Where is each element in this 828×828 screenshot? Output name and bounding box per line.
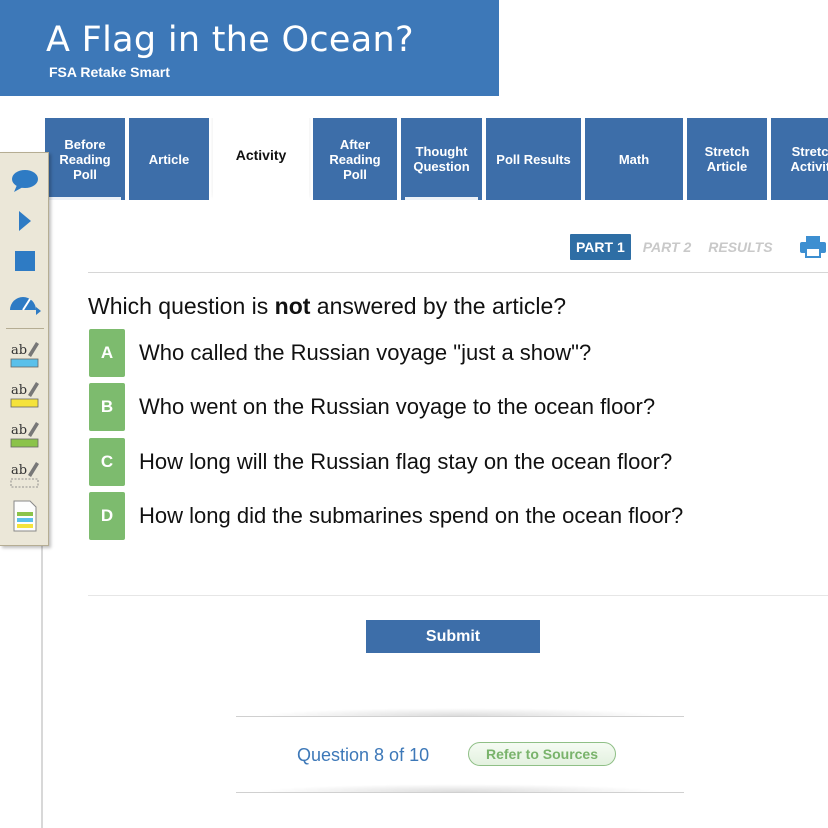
lesson-header: A Flag in the Ocean? FSA Retake Smart bbox=[0, 0, 499, 96]
svg-text:ab: ab bbox=[11, 383, 27, 398]
tab-activity[interactable]: Activity bbox=[213, 118, 309, 200]
question-prompt: Which question is not answered by the ar… bbox=[88, 293, 567, 319]
tab-label: After Reading Poll bbox=[329, 136, 381, 182]
option-letter[interactable]: D bbox=[89, 492, 125, 540]
question-emphasis: not bbox=[274, 293, 311, 319]
tab-label: Stretch Article bbox=[704, 144, 750, 174]
highlight-blue-icon[interactable]: ab bbox=[8, 339, 42, 369]
lesson-tabs: Before Reading Poll Article Activity Aft… bbox=[45, 118, 828, 200]
highlight-green-icon[interactable]: ab bbox=[8, 419, 42, 449]
option-text: How long did the submarines spend on the… bbox=[139, 503, 684, 528]
tab-article[interactable]: Article bbox=[129, 118, 209, 200]
answer-option-a[interactable]: A Who called the Russian voyage "just a … bbox=[88, 329, 788, 377]
refer-to-sources-button[interactable]: Refer to Sources bbox=[468, 742, 616, 766]
option-letter[interactable]: B bbox=[89, 383, 125, 431]
highlight-yellow-icon[interactable]: ab bbox=[8, 379, 42, 409]
tab-label: Before Reading Poll bbox=[59, 136, 111, 182]
answer-option-b[interactable]: B Who went on the Russian voyage to the … bbox=[88, 383, 788, 431]
speech-bubble-icon[interactable] bbox=[8, 165, 42, 195]
tools-toolbar: ab ab ab ab bbox=[0, 152, 49, 546]
svg-text:ab: ab bbox=[11, 343, 27, 358]
lesson-subtitle: FSA Retake Smart bbox=[49, 64, 170, 80]
tab-label: Math bbox=[618, 151, 650, 167]
highlight-clear-icon[interactable]: ab bbox=[8, 459, 42, 489]
part-1-tab[interactable]: PART 1 bbox=[570, 234, 631, 260]
answer-option-d[interactable]: D How long did the submarines spend on t… bbox=[88, 492, 788, 540]
tab-poll-results[interactable]: Poll Results bbox=[486, 118, 581, 200]
option-text: Who called the Russian voyage "just a sh… bbox=[139, 340, 592, 365]
question-counter: Question 8 of 10 bbox=[297, 745, 430, 765]
results-tab: RESULTS bbox=[708, 239, 773, 255]
tab-after-reading-poll[interactable]: After Reading Poll bbox=[313, 118, 397, 200]
tab-label: Thought Question bbox=[413, 144, 470, 174]
part-2-tab: PART 2 bbox=[642, 239, 692, 255]
option-letter[interactable]: C bbox=[89, 438, 125, 486]
svg-text:ab: ab bbox=[11, 423, 27, 438]
option-letter[interactable]: A bbox=[89, 329, 125, 377]
tab-stretch-article[interactable]: Stretch Article bbox=[687, 118, 767, 200]
speed-gauge-icon[interactable] bbox=[8, 288, 42, 318]
footer-divider-top bbox=[236, 708, 684, 717]
footer-divider-bottom bbox=[236, 784, 684, 793]
tab-label: Stretch Activity bbox=[790, 144, 828, 174]
svg-text:ab: ab bbox=[11, 463, 27, 478]
stop-icon[interactable] bbox=[8, 246, 42, 276]
play-icon[interactable] bbox=[8, 206, 42, 236]
tab-label: Poll Results bbox=[496, 151, 571, 167]
submit-button[interactable]: Submit bbox=[366, 620, 540, 653]
notes-icon[interactable] bbox=[8, 500, 42, 532]
answer-option-c[interactable]: C How long will the Russian flag stay on… bbox=[88, 438, 788, 486]
tab-label: Article bbox=[148, 151, 190, 167]
part-navigation: PART 1 PART 2 RESULTS bbox=[570, 234, 773, 260]
option-text: Who went on the Russian voyage to the oc… bbox=[139, 394, 656, 419]
toolbar-divider bbox=[6, 328, 44, 329]
print-icon[interactable] bbox=[800, 236, 828, 263]
tab-thought-question[interactable]: Thought Question bbox=[401, 118, 482, 200]
option-text: How long will the Russian flag stay on t… bbox=[139, 449, 673, 474]
divider-top bbox=[88, 272, 828, 273]
tab-label: Activity bbox=[235, 146, 287, 163]
lesson-title: A Flag in the Ocean? bbox=[46, 20, 414, 60]
tab-stretch-activity[interactable]: Stretch Activity bbox=[771, 118, 828, 200]
tab-before-reading-poll[interactable]: Before Reading Poll bbox=[45, 118, 125, 200]
tab-math[interactable]: Math bbox=[585, 118, 683, 200]
divider-middle bbox=[88, 595, 828, 596]
